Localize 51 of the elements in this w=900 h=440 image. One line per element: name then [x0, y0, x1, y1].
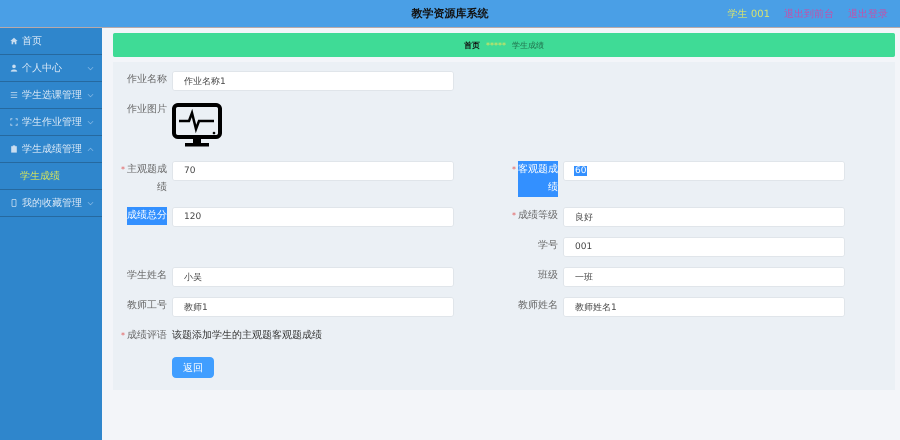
sidebar-item[interactable]: 学生作业管理 — [0, 109, 102, 136]
sidebar-item[interactable]: 个人中心 — [0, 55, 102, 82]
input-field[interactable]: 作业名称1 — [172, 71, 454, 91]
sidebar-item[interactable]: 学生成绩管理 — [0, 136, 102, 163]
back-button[interactable]: 返回 — [172, 357, 214, 378]
chevron-down-icon — [87, 200, 94, 206]
input-field[interactable]: 小吴 — [172, 267, 454, 287]
home-icon — [10, 37, 18, 45]
field-label: 学号 — [537, 239, 558, 253]
user-icon — [10, 64, 18, 72]
breadcrumb-current: 学生成绩 — [512, 40, 544, 50]
clipboard-icon — [10, 145, 18, 153]
input-field[interactable]: 一班 — [563, 267, 845, 287]
chevron-down-icon — [87, 66, 94, 70]
field-label: 教师工号 — [127, 299, 167, 313]
field-label: 成绩等级 — [518, 208, 558, 223]
sidebar-subitem[interactable]: 学生成绩 — [0, 163, 102, 190]
required-mark: * — [121, 330, 125, 342]
input-field[interactable]: 120 — [172, 207, 454, 227]
comment-text: 该题添加学生的主观题客观题成绩 — [172, 328, 322, 343]
field-label: 作业图片 — [127, 102, 167, 117]
field-label: 学生姓名 — [127, 268, 167, 283]
required-mark: * — [512, 210, 516, 222]
chevron-down-icon — [87, 120, 94, 124]
field-label: 班级 — [537, 268, 558, 283]
sidebar-item[interactable]: 学生选课管理 — [0, 82, 102, 109]
field-label: 成绩评语 — [127, 328, 167, 343]
breadcrumb-home[interactable]: 首页 — [464, 40, 480, 50]
input-field[interactable]: 001 — [563, 237, 845, 257]
input-field[interactable]: 70 — [172, 161, 454, 181]
chevron-down-icon — [87, 92, 94, 98]
user-name: 学生 001 — [728, 8, 770, 21]
input-field[interactable]: 良好 — [563, 207, 845, 227]
phone-icon — [10, 199, 18, 207]
field-label: 成绩总分 — [127, 207, 167, 225]
field-label: 客观题成绩 — [518, 161, 558, 197]
required-mark: * — [512, 164, 516, 176]
frame-icon — [10, 118, 18, 126]
app-title: 教学资源库系统 — [412, 6, 488, 21]
sidebar-item[interactable]: 我的收藏管理 — [0, 190, 102, 217]
breadcrumb-separator: ***** — [486, 40, 506, 50]
chevron-up-icon — [87, 146, 94, 152]
sidebar-item[interactable]: 首页 — [0, 28, 102, 55]
field-label: 教师姓名 — [518, 299, 558, 313]
field-label: 作业名称 — [127, 72, 167, 87]
input-field[interactable]: 教师姓名1 — [563, 297, 845, 317]
field-label: 主观题成绩 — [127, 162, 167, 195]
list-icon — [10, 91, 18, 99]
input-field[interactable]: 60 — [563, 161, 845, 181]
required-mark: * — [121, 164, 125, 176]
input-field[interactable]: 教师1 — [172, 297, 454, 317]
